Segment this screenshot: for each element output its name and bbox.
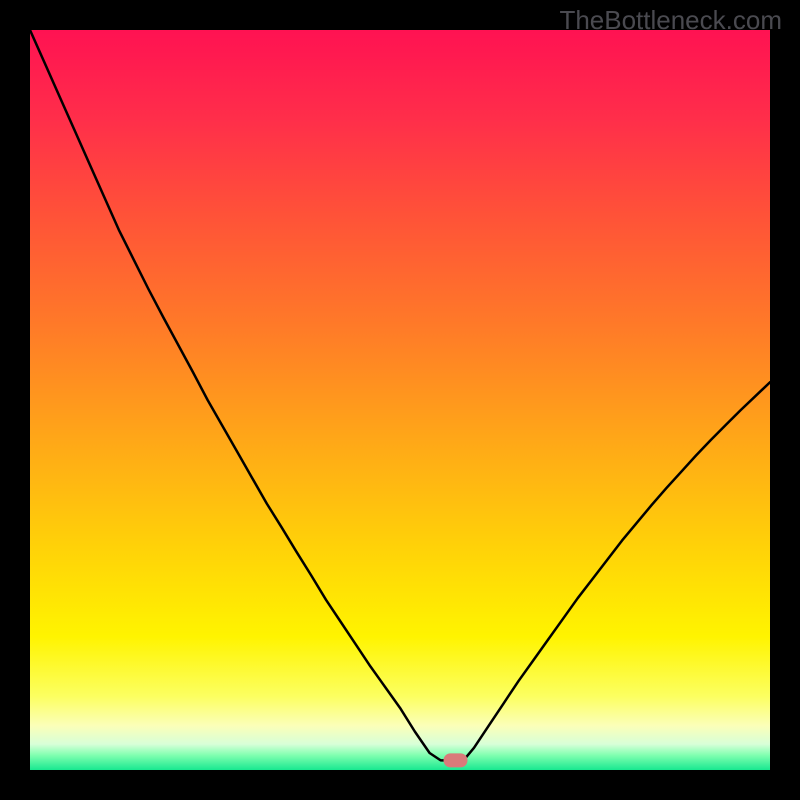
chart-svg [30, 30, 770, 770]
plot-area [30, 30, 770, 770]
chart-container: TheBottleneck.com [0, 0, 800, 800]
watermark-text: TheBottleneck.com [559, 5, 782, 36]
optimal-marker [444, 753, 468, 767]
gradient-background [30, 30, 770, 770]
